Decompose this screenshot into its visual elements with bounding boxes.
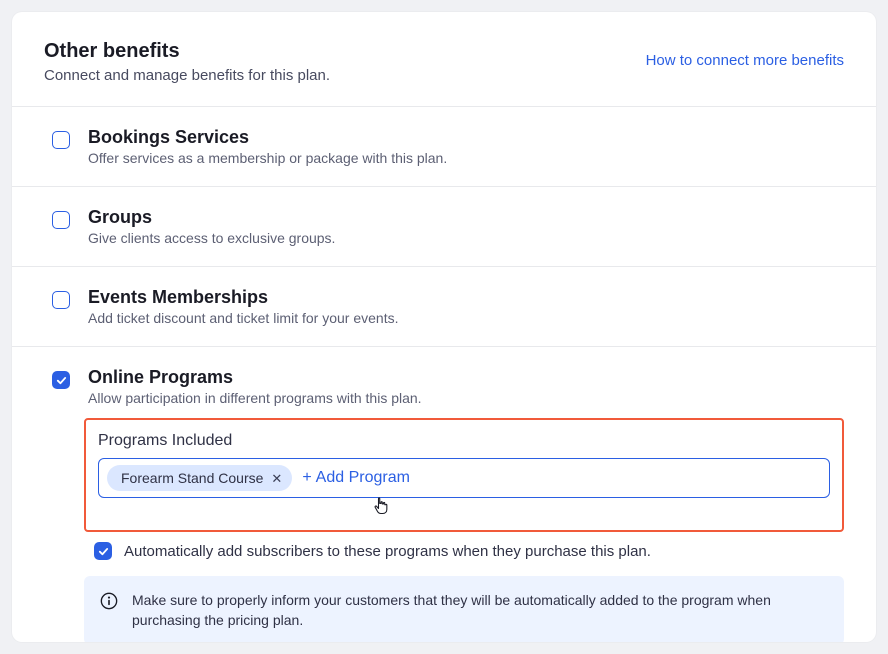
auto-add-label: Automatically add subscribers to these p…	[124, 543, 651, 560]
info-icon	[100, 592, 118, 610]
info-text: Make sure to properly inform your custom…	[132, 590, 828, 631]
add-program-button[interactable]: + Add Program	[302, 469, 410, 487]
checkbox-events[interactable]	[52, 291, 70, 309]
events-title: Events Memberships	[88, 287, 398, 308]
checkbox-auto-add[interactable]	[94, 542, 112, 560]
bookings-sub: Offer services as a membership or packag…	[88, 150, 447, 166]
auto-add-row: Automatically add subscribers to these p…	[94, 542, 844, 560]
check-icon	[98, 546, 109, 557]
header-text: Other benefits Connect and manage benefi…	[44, 40, 330, 84]
plus-icon: +	[302, 469, 311, 487]
online-title: Online Programs	[88, 367, 422, 388]
program-chip-label: Forearm Stand Course	[121, 470, 263, 486]
page-title: Other benefits	[44, 40, 330, 63]
online-sub: Allow participation in different program…	[88, 390, 422, 406]
add-program-label: Add Program	[316, 469, 410, 487]
programs-section: Programs Included Forearm Stand Course ✕…	[12, 418, 876, 642]
programs-label: Programs Included	[98, 432, 830, 450]
checkbox-groups[interactable]	[52, 211, 70, 229]
info-box: Make sure to properly inform your custom…	[84, 576, 844, 642]
check-icon	[56, 375, 67, 386]
benefit-row-online: Online Programs Allow participation in d…	[12, 347, 876, 418]
groups-title: Groups	[88, 207, 335, 228]
cursor-pointer-icon	[372, 496, 390, 516]
chip-remove-icon[interactable]: ✕	[271, 472, 282, 485]
header: Other benefits Connect and manage benefi…	[12, 12, 876, 107]
page-subtitle: Connect and manage benefits for this pla…	[44, 67, 330, 84]
checkbox-bookings[interactable]	[52, 131, 70, 149]
benefits-card: Other benefits Connect and manage benefi…	[12, 12, 876, 642]
benefit-row-groups: Groups Give clients access to exclusive …	[12, 187, 876, 267]
benefit-row-bookings: Bookings Services Offer services as a me…	[12, 107, 876, 187]
programs-highlight-box: Programs Included Forearm Stand Course ✕…	[84, 418, 844, 532]
help-link[interactable]: How to connect more benefits	[646, 52, 844, 69]
program-chip: Forearm Stand Course ✕	[107, 465, 292, 491]
events-sub: Add ticket discount and ticket limit for…	[88, 310, 398, 326]
benefit-row-events: Events Memberships Add ticket discount a…	[12, 267, 876, 347]
groups-sub: Give clients access to exclusive groups.	[88, 230, 335, 246]
checkbox-online[interactable]	[52, 371, 70, 389]
programs-input[interactable]: Forearm Stand Course ✕ + Add Program	[98, 458, 830, 498]
bookings-title: Bookings Services	[88, 127, 447, 148]
